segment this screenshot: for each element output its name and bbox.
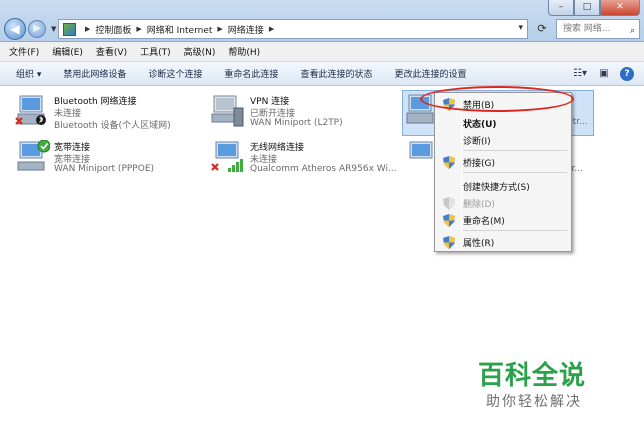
preview-pane-icon[interactable]: ▣	[596, 66, 612, 82]
menu-file[interactable]: 文件(F)	[9, 45, 39, 58]
breadcrumb-arrow-icon[interactable]: ▶	[269, 25, 274, 33]
breadcrumb: ▶ 控制面板 ▶ 网络和 Internet ▶ 网络连接 ▶	[80, 23, 279, 36]
view-controls: ☷▾ ▣ ?	[564, 66, 634, 82]
watermark-title: 百科全说	[478, 361, 587, 391]
close-button[interactable]: ✕	[600, 0, 640, 16]
breadcrumb-control-panel[interactable]: 控制面板	[95, 23, 131, 36]
command-bar: 组织 ▾ 禁用此网络设备 诊断这个连接 重命名此连接 查看此连接的状态 更改此连…	[0, 62, 644, 86]
highlight-annotation	[420, 86, 574, 112]
menu-item-diagnose[interactable]: 诊断(I)	[437, 131, 569, 149]
network-adapter-icon	[15, 95, 46, 125]
forward-arrow-icon[interactable]: ▶	[28, 20, 46, 38]
connection-device: Bluetooth 设备(个人区域网)	[54, 121, 171, 131]
history-dropdown-icon[interactable]: ▼	[51, 25, 56, 33]
menu-separator	[463, 150, 567, 151]
menu-label: 桥接(G)	[463, 159, 495, 169]
menu-separator	[463, 230, 567, 231]
connection-device: WAN Miniport (PPPOE)	[54, 164, 155, 174]
breadcrumb-network-internet[interactable]: 网络和 Internet	[147, 23, 213, 36]
connection-vpn[interactable]: VPN 连接 已断开连接 WAN Miniport (L2TP)	[210, 92, 400, 136]
refresh-icon[interactable]: ⟳	[532, 19, 552, 39]
watermark: 百科全说 助你轻松解决	[458, 355, 608, 415]
menu-bar: 文件(F) 编辑(E) 查看(V) 工具(T) 高级(N) 帮助(H)	[0, 42, 644, 62]
minimize-button[interactable]: –	[548, 0, 574, 16]
connection-bluetooth[interactable]: Bluetooth 网络连接 未连接 Bluetooth 设备(个人区域网)	[14, 92, 204, 136]
menu-label: 属性(R)	[463, 239, 495, 249]
menu-help[interactable]: 帮助(H)	[228, 45, 260, 58]
control-panel-icon	[63, 22, 76, 36]
uac-shield-icon	[443, 156, 455, 169]
connection-wireless[interactable]: 无线网络连接 未连接 Qualcomm Atheros AR956x Wi...	[210, 138, 400, 182]
uac-shield-icon	[443, 236, 455, 249]
rename-button[interactable]: 重命名此连接	[224, 67, 278, 80]
breadcrumb-arrow-icon[interactable]: ▶	[85, 25, 90, 33]
broadband-icon	[17, 140, 50, 171]
menu-item-properties[interactable]: 属性(R)	[437, 233, 569, 251]
help-icon[interactable]: ?	[620, 67, 634, 81]
view-options-icon[interactable]: ☷▾	[572, 66, 588, 82]
menu-view[interactable]: 查看(V)	[96, 45, 127, 58]
connection-device: Qualcomm Atheros AR956x Wi...	[250, 164, 397, 174]
context-menu: 禁用(B) 状态(U) 诊断(I) 桥接(G) 创建快捷方式(S) 删除(D) …	[434, 92, 572, 252]
search-placeholder: 搜索 网络...	[563, 24, 611, 34]
menu-tools[interactable]: 工具(T)	[140, 45, 171, 58]
search-input[interactable]: 搜索 网络... ⌕	[556, 19, 640, 39]
uac-shield-icon	[443, 197, 455, 210]
menu-item-create-shortcut[interactable]: 创建快捷方式(S)	[437, 177, 569, 195]
menu-label: 创建快捷方式(S)	[463, 183, 530, 193]
diagnose-button[interactable]: 诊断这个连接	[148, 67, 202, 80]
menu-item-delete: 删除(D)	[437, 194, 569, 212]
vpn-icon	[211, 95, 244, 127]
organize-button[interactable]: 组织 ▾	[16, 67, 41, 80]
disable-device-button[interactable]: 禁用此网络设备	[63, 67, 126, 80]
address-dropdown-icon[interactable]: ▾	[518, 23, 523, 33]
menu-item-rename[interactable]: 重命名(M)	[437, 211, 569, 229]
address-bar[interactable]: ▶ 控制面板 ▶ 网络和 Internet ▶ 网络连接 ▶ ▾	[58, 19, 528, 39]
menu-advanced[interactable]: 高级(N)	[184, 45, 216, 58]
menu-separator	[463, 172, 567, 173]
connection-broadband[interactable]: 宽带连接 宽带连接 WAN Miniport (PPPOE)	[14, 138, 204, 182]
wireless-icon	[211, 141, 243, 172]
change-settings-button[interactable]: 更改此连接的设置	[394, 67, 466, 80]
menu-item-bridge[interactable]: 桥接(G)	[437, 153, 569, 171]
watermark-subtitle: 助你轻松解决	[486, 394, 582, 410]
menu-label: 状态(U)	[463, 120, 497, 130]
breadcrumb-arrow-icon[interactable]: ▶	[217, 25, 222, 33]
view-status-button[interactable]: 查看此连接的状态	[300, 67, 372, 80]
breadcrumb-network-connections[interactable]: 网络连接	[228, 23, 264, 36]
uac-shield-icon	[443, 214, 455, 227]
maximize-button[interactable]: □	[574, 0, 600, 16]
menu-edit[interactable]: 编辑(E)	[52, 45, 83, 58]
back-arrow-icon[interactable]: ◀	[4, 18, 26, 40]
search-icon[interactable]: ⌕	[630, 22, 635, 40]
menu-label: 重命名(M)	[463, 217, 505, 227]
navigation-buttons: ◀ ▶ ▼	[4, 18, 59, 40]
menu-item-status[interactable]: 状态(U)	[437, 114, 569, 132]
window-controls: – □ ✕	[548, 0, 640, 16]
menu-label: 诊断(I)	[463, 137, 491, 147]
title-bar: – □ ✕ ◀ ▶ ▼ ▶ 控制面板 ▶ 网络和 Internet ▶ 网络连接…	[0, 0, 644, 42]
menu-label: 删除(D)	[463, 200, 495, 210]
connection-device: WAN Miniport (L2TP)	[250, 118, 343, 128]
breadcrumb-arrow-icon[interactable]: ▶	[136, 25, 141, 33]
